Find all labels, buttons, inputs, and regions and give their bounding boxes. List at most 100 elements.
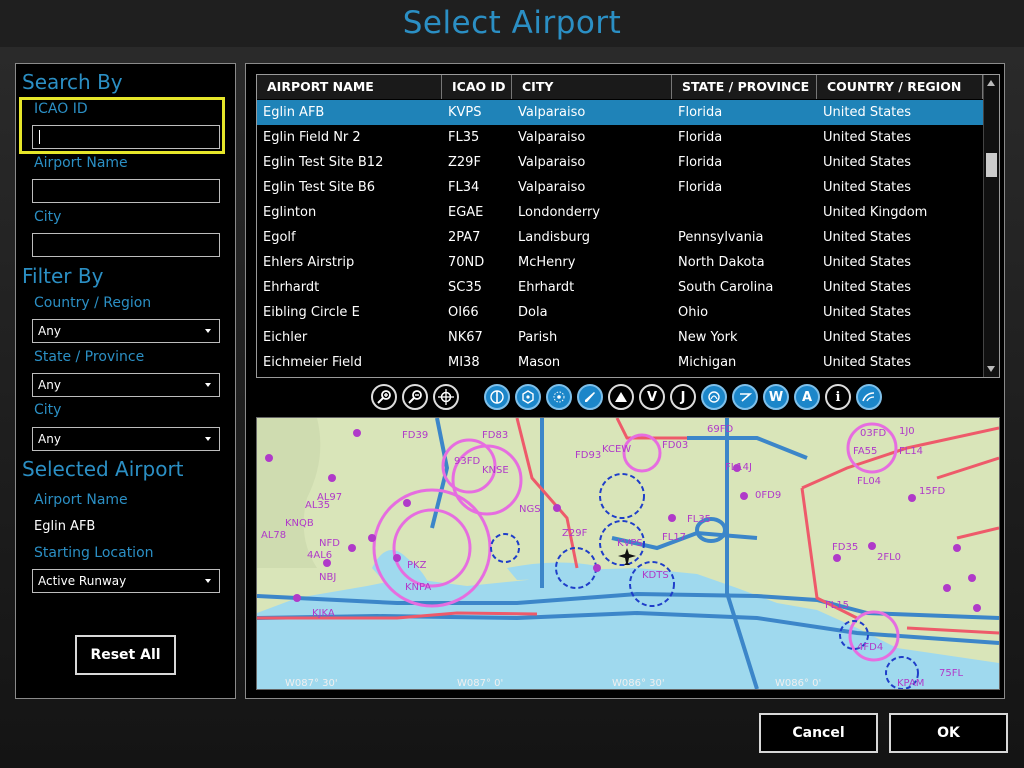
- map-label-0fd9: 0FD9: [755, 490, 781, 501]
- table-row[interactable]: Eichmeier Field MI38 Mason Michigan United S…: [257, 350, 983, 375]
- table-cell: Pennsylvania: [678, 230, 764, 245]
- table-row[interactable]: Ehrhardt SC35 Ehrhardt South Carolina United…: [257, 275, 983, 300]
- airport-name-input[interactable]: [32, 179, 220, 203]
- table-cell: Michigan: [678, 355, 737, 370]
- map-label-1j0: 1J0: [899, 426, 915, 437]
- cancel-button[interactable]: Cancel: [759, 713, 878, 753]
- text-caret: [39, 130, 40, 144]
- map-label-fd35: FD35: [832, 542, 858, 553]
- table-cell: United States: [823, 280, 912, 295]
- table-cell: United States: [823, 230, 912, 245]
- col-city[interactable]: CITY: [512, 75, 672, 99]
- vor-icon[interactable]: [515, 384, 541, 410]
- map-label-al35: AL35: [305, 500, 330, 511]
- col-state[interactable]: STATE / PROVINCE: [672, 75, 817, 99]
- scroll-down-icon[interactable]: [987, 366, 995, 372]
- table-row[interactable]: Ehlers Airstrip 70ND McHenry North Dakota Un…: [257, 250, 983, 275]
- runway-icon[interactable]: [484, 384, 510, 410]
- airspace-icon[interactable]: [701, 384, 727, 410]
- zoom-in-icon[interactable]: [371, 384, 397, 410]
- table-cell: FL34: [448, 180, 480, 195]
- table-row[interactable]: Eglin Test Site B6 FL34 Valparaiso Florida U…: [257, 175, 983, 200]
- map-label-fl14: FL14: [899, 446, 923, 457]
- state-select[interactable]: Any: [32, 373, 220, 397]
- country-select[interactable]: Any: [32, 319, 220, 343]
- jet-airways-icon[interactable]: J: [670, 384, 696, 410]
- scroll-up-icon[interactable]: [987, 80, 995, 86]
- state-label: State / Province: [34, 349, 145, 365]
- table-row[interactable]: Eibling Circle E OI66 Dola Ohio United State…: [257, 300, 983, 325]
- table-cell: FL35: [448, 130, 480, 145]
- map-label-z29f: Z29F: [562, 528, 588, 539]
- table-cell: South Carolina: [678, 280, 774, 295]
- info-icon[interactable]: i: [825, 384, 851, 410]
- map-label-nfd: NFD: [319, 538, 340, 549]
- ok-button[interactable]: OK: [889, 713, 1008, 753]
- starting-location-select[interactable]: Active Runway: [32, 569, 220, 593]
- table-cell: United States: [823, 305, 912, 320]
- table-cell: New York: [678, 330, 738, 345]
- table-cell: [672, 200, 817, 225]
- reset-all-button[interactable]: Reset All: [75, 635, 176, 675]
- map-label-69fd: 69FD: [707, 424, 733, 435]
- title-bar: Select Airport: [0, 0, 1024, 47]
- victor-airways-icon[interactable]: V: [639, 384, 665, 410]
- intersection-icon[interactable]: [608, 384, 634, 410]
- aircraft-icon[interactable]: A: [794, 384, 820, 410]
- map-label-03fd: 03FD: [860, 428, 886, 439]
- icao-input[interactable]: [32, 125, 220, 149]
- map-label-nbj: NBJ: [319, 572, 336, 583]
- table-cell: Eglin AFB: [263, 105, 325, 120]
- table-cell: Florida: [678, 105, 723, 120]
- city-input[interactable]: [32, 233, 220, 257]
- map-label-kvps: KVPS: [617, 538, 643, 549]
- center-map-icon[interactable]: [433, 384, 459, 410]
- table-cell: Eglin Test Site B12: [263, 155, 384, 170]
- table-row[interactable]: Eglin Test Site B12 Z29F Valparaiso Florida…: [257, 150, 983, 175]
- col-icao-id[interactable]: ICAO ID: [442, 75, 512, 99]
- starting-location-label: Starting Location: [34, 545, 154, 561]
- city-select[interactable]: Any: [32, 427, 220, 451]
- col-airport-name[interactable]: AIRPORT NAME: [257, 75, 442, 99]
- map-label-fl15: FL15: [825, 600, 849, 611]
- table-row[interactable]: Egolf 2PA7 Landisburg Pennsylvania United St…: [257, 225, 983, 250]
- scroll-thumb[interactable]: [986, 153, 997, 177]
- col-country[interactable]: COUNTRY / REGION: [817, 75, 983, 99]
- state-select-value: Any: [38, 378, 61, 392]
- table-scrollbar[interactable]: [983, 75, 999, 377]
- table-row-selected[interactable]: Eglin AFB KVPS Valparaiso Florida United Sta…: [257, 100, 983, 125]
- map-label-fd03: FD03: [662, 440, 688, 451]
- terrain-icon[interactable]: [856, 384, 882, 410]
- map-canvas[interactable]: KVPS FL35 FL17 Z29F FD93 KDTS KNSE KNPA …: [257, 418, 999, 689]
- table-row[interactable]: Eichler NK67 Parish New York United States: [257, 325, 983, 350]
- city-select-value: Any: [38, 432, 61, 446]
- search-panel: Search By ICAO ID Airport Name City Filt…: [15, 63, 236, 699]
- table-cell: Valparaiso: [518, 180, 586, 195]
- table-cell: United States: [823, 130, 912, 145]
- table-cell: Florida: [678, 180, 723, 195]
- sectional-map[interactable]: KVPS FL35 FL17 Z29F FD93 KDTS KNSE KNPA …: [256, 417, 1000, 690]
- chevron-down-icon: [205, 329, 211, 333]
- chevron-down-icon: [205, 437, 211, 441]
- table-cell: KVPS: [448, 105, 482, 120]
- table-cell: OI66: [448, 305, 479, 320]
- route-icon[interactable]: [732, 384, 758, 410]
- table-row[interactable]: Eglin Field Nr 2 FL35 Valparaiso Florida Uni…: [257, 125, 983, 150]
- map-label-kpam: KPAM: [897, 678, 924, 689]
- map-label-fl04: FL04: [857, 476, 881, 487]
- ils-icon[interactable]: [577, 384, 603, 410]
- table-row[interactable]: Eglinton EGAE Londonderry United Kingdom: [257, 200, 983, 225]
- page-title: Select Airport: [402, 5, 622, 41]
- table-cell: EGAE: [448, 205, 484, 220]
- map-label-knpa: KNPA: [405, 582, 431, 593]
- airport-table: AIRPORT NAME ICAO ID CITY STATE / PROVIN…: [256, 74, 1000, 378]
- map-label-93fd: 93FD: [454, 456, 480, 467]
- table-cell: Ehlers Airstrip: [263, 255, 355, 270]
- table-cell: Mason: [518, 355, 561, 370]
- table-cell: NK67: [448, 330, 483, 345]
- lon-label-3: W086° 30': [612, 678, 665, 689]
- map-label-fl35: FL35: [687, 514, 711, 525]
- ndb-icon[interactable]: [546, 384, 572, 410]
- weather-icon[interactable]: W: [763, 384, 789, 410]
- zoom-out-icon[interactable]: [402, 384, 428, 410]
